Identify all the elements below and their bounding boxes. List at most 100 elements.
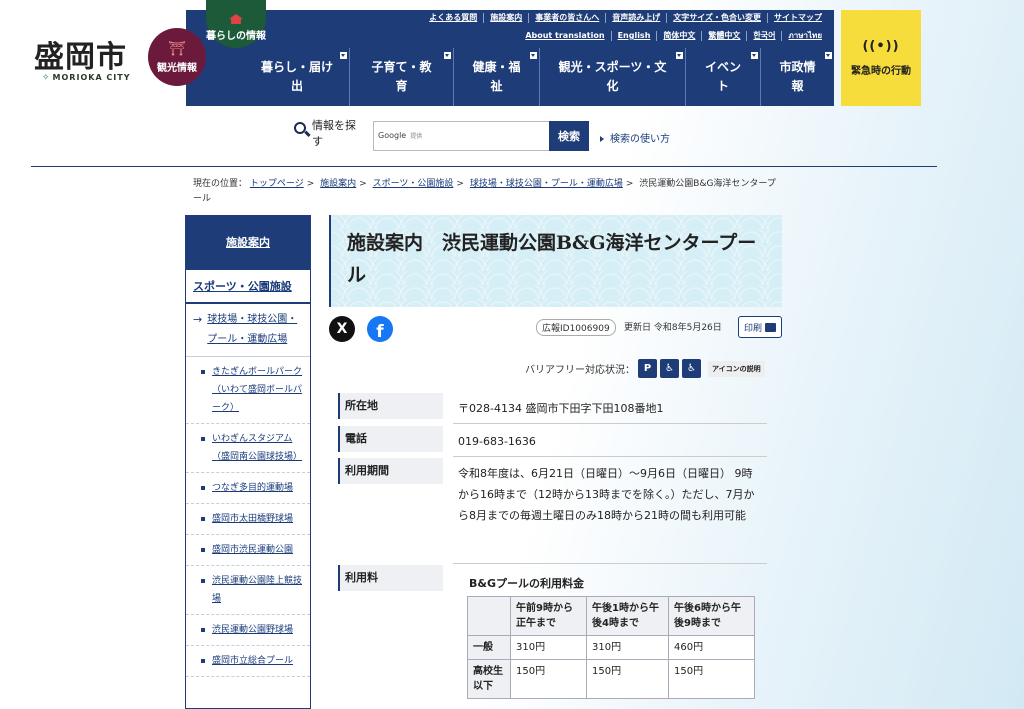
info-row-period: 利用期間 令和8年度は、6月21日（日曜日）～9月6日（日曜日） 9時から16時… [338, 458, 767, 564]
info-label: 電話 [338, 426, 443, 452]
icon-explanation-link[interactable]: アイコンの説明 [708, 360, 765, 377]
google-brand: Google [378, 131, 407, 140]
nav-item-shisei[interactable]: 市政情報 [760, 48, 834, 106]
lang-link-thai[interactable]: ภาษาไทย [781, 31, 828, 41]
kurashi-label: 暮らしの情報 [206, 31, 266, 42]
search-label: 情報を探す [294, 118, 364, 150]
search-button[interactable]: 検索 [549, 121, 589, 151]
printer-icon [765, 322, 776, 332]
info-row-fee: 利用料 [338, 565, 443, 591]
breadcrumb-link-sports[interactable]: スポーツ・公園施設 [373, 179, 454, 189]
page-title: 施設案内 渋民運動公園B&G海洋センタープール [347, 232, 757, 286]
table-row: 一般 310円 310円 460円 [467, 635, 755, 660]
bullet-icon [201, 548, 205, 552]
emergency-label: 緊急時の行動 [851, 66, 911, 77]
sidebar-item-iwagin[interactable]: いわぎんスタジアム（盛岡南公園球技場） [186, 424, 310, 473]
chevron-down-icon [444, 52, 451, 59]
breadcrumb-link-facilities[interactable]: 施設案内 [320, 179, 356, 189]
koho-id-badge: 広報ID1006909 [536, 319, 616, 336]
util-link-facilities[interactable]: 施設案内 [483, 13, 528, 23]
sidebar-item-otahashi[interactable]: 盛岡市太田橋野球場 [186, 504, 310, 535]
info-row-phone: 電話 019-683-1636 [338, 426, 767, 457]
sidebar-head-facilities[interactable]: 施設案内 [186, 216, 310, 270]
nav-item-kenko[interactable]: 健康・福祉 [453, 48, 539, 106]
breadcrumb-link-top[interactable]: トップページ [250, 179, 304, 189]
sidebar-sports-link[interactable]: スポーツ・公園施設 [186, 270, 310, 304]
chevron-down-icon [530, 52, 537, 59]
table-cell: 150円 [586, 659, 669, 699]
info-value: 〒028-4134 盛岡市下田字下田108番地1 [453, 393, 767, 424]
table-header: 午前9時から正午まで [510, 596, 587, 636]
bullet-icon [201, 486, 205, 490]
table-cell: 460円 [668, 635, 755, 660]
kanko-info-button[interactable]: ⛩ 観光情報 [148, 28, 206, 86]
lang-link-english[interactable]: English [610, 31, 657, 41]
broadcast-icon: ((•)) [862, 39, 900, 54]
info-label: 利用期間 [338, 458, 443, 484]
breadcrumb-link-ballparks[interactable]: 球技場・球技公園・プール・運動広場 [470, 179, 623, 189]
search-input[interactable]: Google 提供 [373, 121, 549, 151]
arrow-right-icon: → [193, 313, 203, 326]
nav-item-kurashi[interactable]: 暮らし・届け出 [245, 48, 349, 106]
sidebar-current-category[interactable]: → 球技場・球技公園・プール・運動広場 [186, 304, 310, 357]
util-link-sitemap[interactable]: サイトマップ [767, 13, 828, 23]
table-header: 午後1時から午後4時まで [586, 596, 669, 636]
util-link-faq[interactable]: よくある質問 [423, 13, 483, 23]
home-icon [229, 14, 243, 24]
wheelchair-icon: ♿ [660, 359, 679, 378]
torii-icon: ⛩ [168, 40, 186, 57]
util-link-business[interactable]: 事業者の皆さんへ [528, 13, 605, 23]
chevron-down-icon [340, 52, 347, 59]
lang-link-about[interactable]: About translation [519, 31, 610, 41]
sidebar-item-shibutami-track[interactable]: 渋民運動公園陸上競技場 [186, 566, 310, 615]
logo-text: 盛岡市 [34, 40, 127, 75]
info-row-address: 所在地 〒028-4134 盛岡市下田字下田108番地1 [338, 393, 767, 424]
table-row-header: 一般 [467, 635, 511, 660]
table-header: 午後6時から午後9時まで [668, 596, 755, 636]
sidebar: 施設案内 スポーツ・公園施設 → 球技場・球技公園・プール・運動広場 きたぎんボ… [185, 215, 311, 709]
table-row: 高校生以下 150円 150円 150円 [467, 659, 755, 699]
x-share-icon[interactable]: X [329, 316, 355, 342]
logo-subtitle: ✧ MORIOKA CITY [42, 73, 131, 83]
info-value: 令和8年度は、6月21日（日曜日）～9月6日（日曜日） 9時から16時まで（12… [453, 458, 767, 564]
nav-item-kosodate[interactable]: 子育て・教育 [349, 48, 453, 106]
table-cell: 150円 [510, 659, 587, 699]
fee-table: 午前9時から正午まで 午後1時から午後4時まで 午後6時から午後9時まで 一般 … [467, 596, 755, 699]
accessible-toilet-icon: ♿ [682, 359, 701, 378]
kurashi-info-button[interactable]: 暮らしの情報 [206, 0, 266, 48]
barrier-free-status: バリアフリー対応状況： P ♿ ♿ アイコンの説明 [525, 359, 765, 378]
updated-date: 更新日 令和8年5月26日 [624, 323, 722, 333]
utility-links: よくある質問 施設案内 事業者の皆さんへ 音声読み上げ 文字サイズ・色合い変更 … [423, 13, 828, 23]
facebook-share-icon[interactable]: f [367, 316, 393, 342]
bullet-icon [201, 370, 205, 374]
header-divider [31, 166, 937, 167]
table-cell: 310円 [510, 635, 587, 660]
lang-link-zh-hans[interactable]: 简体中文 [656, 31, 701, 41]
fee-table-title: B&Gプールの利用料金 [469, 577, 585, 590]
lang-link-korean[interactable]: 한국어 [746, 31, 781, 41]
language-links: About translation English 简体中文 繁體中文 한국어 … [519, 31, 828, 41]
util-link-voice[interactable]: 音声読み上げ [605, 13, 666, 23]
info-label: 所在地 [338, 393, 443, 419]
sidebar-item-shibutami-baseball[interactable]: 渋民運動公園野球場 [186, 615, 310, 646]
bullet-icon [201, 437, 205, 441]
parking-icon: P [638, 359, 657, 378]
lang-link-zh-hant[interactable]: 繁體中文 [701, 31, 746, 41]
chevron-down-icon [751, 52, 758, 59]
nav-item-kanko[interactable]: 観光・スポーツ・文化 [539, 48, 685, 106]
sidebar-item-kitagin[interactable]: きたぎんボールパーク（いわて盛岡ボールパーク） [186, 357, 310, 424]
bullet-icon [201, 579, 205, 583]
bullet-icon [201, 659, 205, 663]
util-link-font-size[interactable]: 文字サイズ・色合い変更 [666, 13, 767, 23]
breadcrumb: 現在の位置： トップページ > 施設案内 > スポーツ・公園施設 > 球技場・球技公園… [193, 179, 776, 204]
emergency-button[interactable]: ((•)) 緊急時の行動 [841, 10, 921, 106]
bullet-icon [201, 517, 205, 521]
sidebar-item-shibutami-park[interactable]: 盛岡市渋民運動公園 [186, 535, 310, 566]
search-icon [294, 122, 306, 134]
sidebar-item-tsunagi[interactable]: つなぎ多目的運動場 [186, 473, 310, 504]
kanko-label: 観光情報 [157, 62, 197, 74]
search-help-link[interactable]: 検索の使い方 [600, 130, 670, 145]
print-button[interactable]: 印刷 [738, 316, 782, 338]
nav-item-event[interactable]: イベント [685, 48, 760, 106]
sidebar-item-general-pool[interactable]: 盛岡市立総合プール [186, 646, 310, 677]
